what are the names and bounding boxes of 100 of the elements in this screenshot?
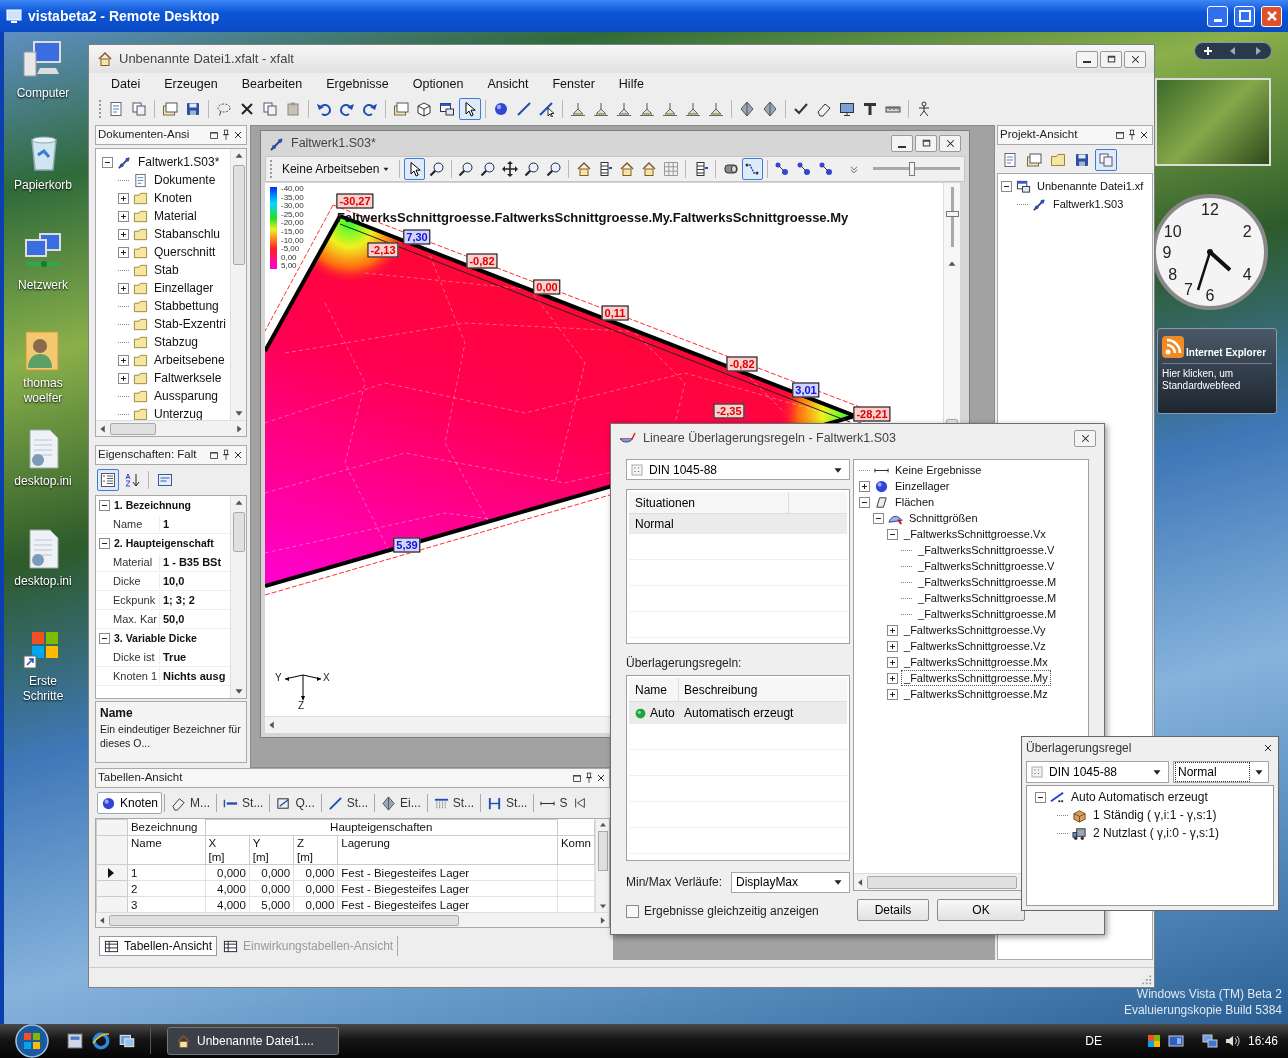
tree-item[interactable]: Material bbox=[152, 207, 199, 225]
table-tab[interactable]: S bbox=[536, 792, 572, 814]
norm-dropdown[interactable]: DIN 1045-88 bbox=[626, 459, 851, 480]
language-indicator[interactable]: DE bbox=[1085, 1032, 1102, 1050]
tree-item[interactable]: _FaltwerksSchnittgroesse.Mx bbox=[902, 655, 1050, 669]
tree-item[interactable]: _FaltwerksSchnittgroesse.Mz bbox=[902, 687, 1050, 701]
dialog-button[interactable]: Details bbox=[857, 899, 930, 921]
norm-dropdown[interactable]: DIN 1045-88 bbox=[1026, 761, 1169, 783]
minmax-dropdown[interactable]: DisplayMax bbox=[731, 871, 851, 893]
feed-gadget[interactable]: Internet Explorer Hier klicken, um Standardwebfeed bbox=[1157, 328, 1277, 414]
tree-item[interactable]: Knoten bbox=[152, 189, 195, 207]
menu-item[interactable]: Ansicht bbox=[475, 75, 541, 94]
tree-item[interactable]: Faltwerk1.S03* bbox=[136, 153, 222, 171]
dialog-button[interactable]: OK bbox=[937, 899, 1026, 921]
menu-item[interactable]: Fenster bbox=[540, 75, 607, 94]
desktop-icon-label[interactable]: Netzwerk bbox=[11, 278, 75, 293]
menu-item[interactable]: Optionen bbox=[400, 75, 476, 94]
rule-row[interactable]: Auto Automatisch erzeugt bbox=[629, 702, 848, 724]
table-cell: 0,000 bbox=[293, 880, 338, 897]
clock-number: 7 bbox=[1184, 281, 1193, 299]
tree-item[interactable]: Dokumente bbox=[152, 171, 218, 189]
property-value[interactable]: 1 - B35 BSt bbox=[160, 553, 222, 571]
menu-item[interactable]: Bearbeiten bbox=[229, 75, 315, 94]
property-value[interactable]: 50,0 bbox=[160, 610, 185, 628]
tree-item[interactable]: Unterzug bbox=[152, 405, 205, 420]
tree-item[interactable]: _FaltwerksSchnittgroesse.M bbox=[916, 607, 1059, 621]
situation-row[interactable]: Normal bbox=[629, 514, 848, 534]
table-tab[interactable]: Ei... bbox=[377, 792, 425, 814]
property-category[interactable]: 1. Bezeichnung bbox=[114, 497, 191, 514]
table-tab[interactable]: Knoten bbox=[97, 792, 163, 814]
menu-item[interactable]: Erzeugen bbox=[152, 75, 230, 94]
tree-item[interactable]: Stabbettung bbox=[152, 297, 221, 315]
tree-item[interactable]: Querschnitt bbox=[152, 243, 218, 261]
value-label: -2,35 bbox=[713, 403, 745, 419]
property-value[interactable]: 10,0 bbox=[160, 572, 185, 590]
column-header[interactable]: Komn bbox=[557, 835, 595, 865]
tree-item[interactable]: Faltwerksele bbox=[152, 369, 224, 387]
column-header[interactable]: Name bbox=[127, 835, 206, 865]
view-tab[interactable]: Tabellen-Ansicht bbox=[99, 936, 218, 956]
table-tab[interactable]: St... bbox=[219, 792, 268, 814]
table-tab[interactable]: Q... bbox=[272, 792, 319, 814]
tree-item[interactable]: Schnittgrößen bbox=[907, 511, 980, 525]
tree-item[interactable]: Stabanschlu bbox=[152, 225, 223, 243]
tree-item[interactable]: _FaltwerksSchnittgroesse.M bbox=[916, 575, 1059, 589]
table-tab[interactable]: M... bbox=[167, 792, 215, 814]
tree-item[interactable]: Stab bbox=[152, 261, 181, 279]
value-label: -0,82 bbox=[726, 356, 758, 372]
menu-item[interactable]: Hilfe bbox=[606, 75, 656, 94]
tree-item[interactable]: _FaltwerksSchnittgroesse.M bbox=[916, 591, 1059, 605]
tree-item[interactable]: _FaltwerksSchnittgroesse.Vx bbox=[902, 527, 1048, 541]
column-header[interactable]: X [m] bbox=[205, 835, 250, 865]
tree-item[interactable]: _FaltwerksSchnittgroesse.V bbox=[916, 559, 1057, 573]
tree-item[interactable]: Unbenannte Datei1.xf bbox=[1035, 177, 1146, 195]
tree-item[interactable]: _FaltwerksSchnittgroesse.Vy bbox=[902, 623, 1048, 637]
column-group-header: Bezeichnung bbox=[127, 819, 206, 836]
column-header[interactable]: Z [m] bbox=[293, 835, 338, 865]
tree-item[interactable]: Arbeitsebene bbox=[152, 351, 227, 369]
tree-item[interactable]: Flächen bbox=[893, 495, 937, 509]
desktop-icon-label[interactable]: Computer bbox=[11, 86, 75, 101]
tree-item[interactable]: Stab-Exzentri bbox=[152, 315, 229, 333]
axis-label: X bbox=[323, 673, 330, 683]
taskbar-button[interactable]: Unbenannte Datei1.... bbox=[167, 1027, 339, 1055]
column-header[interactable]: Beschreibung bbox=[679, 678, 848, 701]
desktop-icon-label[interactable]: desktop.ini bbox=[11, 474, 75, 489]
build-notice: Windows Vista (TM) Beta 2 bbox=[1136, 986, 1282, 1002]
tree-item[interactable]: Stabzug bbox=[152, 333, 201, 351]
tree-item[interactable]: _FaltwerksSchnittgroesse.Vz bbox=[902, 639, 1048, 653]
tree-item[interactable]: _FaltwerksSchnittgroesse.V bbox=[916, 543, 1057, 557]
property-value[interactable]: 1 bbox=[160, 515, 170, 533]
property-value[interactable]: True bbox=[160, 648, 187, 666]
column-header[interactable]: Lagerung bbox=[337, 835, 558, 865]
tree-item[interactable]: 1 Ständig ( γ,i:1 - γ,s:1) bbox=[1091, 806, 1219, 824]
menu-item[interactable]: Ergebnisse bbox=[314, 75, 401, 94]
plane-menu-button[interactable]: Keine Arbeitseben bbox=[277, 158, 396, 180]
tree-item[interactable]: Faltwerk1.S03 bbox=[1051, 195, 1126, 213]
column-header[interactable]: Situationen bbox=[629, 492, 789, 513]
tree-item[interactable]: Aussparung bbox=[152, 387, 221, 405]
checkbox-label[interactable]: Ergebnisse gleichzeitig anzeigen bbox=[644, 902, 819, 920]
table-tab[interactable]: St... bbox=[323, 792, 373, 814]
situation-dropdown[interactable]: Normal bbox=[1173, 761, 1269, 783]
tree-item[interactable]: Keine Ergebnisse bbox=[893, 463, 984, 477]
column-header[interactable]: Name bbox=[629, 678, 679, 701]
property-category[interactable]: 3. Variable Dicke bbox=[114, 630, 197, 647]
taskbar-clock[interactable]: 16:46 bbox=[1247, 1032, 1278, 1050]
property-value[interactable]: 1; 3; 2 bbox=[160, 591, 195, 609]
desktop-icon-label[interactable]: Papierkorb bbox=[11, 178, 75, 193]
desktop-icon-label[interactable]: desktop.ini bbox=[11, 574, 75, 589]
desktop-icon-label[interactable]: Erste Schritte bbox=[11, 674, 75, 704]
scale-label: -5,00 bbox=[281, 245, 301, 254]
table-tab[interactable]: St... bbox=[429, 792, 479, 814]
tree-item[interactable]: _FaltwerksSchnittgroesse.My bbox=[902, 671, 1050, 685]
column-header[interactable]: Y [m] bbox=[249, 835, 294, 865]
tree-item[interactable]: Auto Automatisch erzeugt bbox=[1069, 788, 1210, 806]
menu-item[interactable]: Datei bbox=[99, 75, 153, 94]
table-tab[interactable]: St... bbox=[483, 792, 532, 814]
tree-item[interactable]: 2 Nutzlast ( γ,i:0 - γ,s:1) bbox=[1091, 824, 1222, 842]
property-value[interactable]: Nichts ausg bbox=[160, 667, 226, 685]
tree-item[interactable]: Einzellager bbox=[893, 479, 952, 493]
property-category[interactable]: 2. Haupteigenschaft bbox=[114, 535, 214, 552]
tree-item[interactable]: Einzellager bbox=[152, 279, 216, 297]
